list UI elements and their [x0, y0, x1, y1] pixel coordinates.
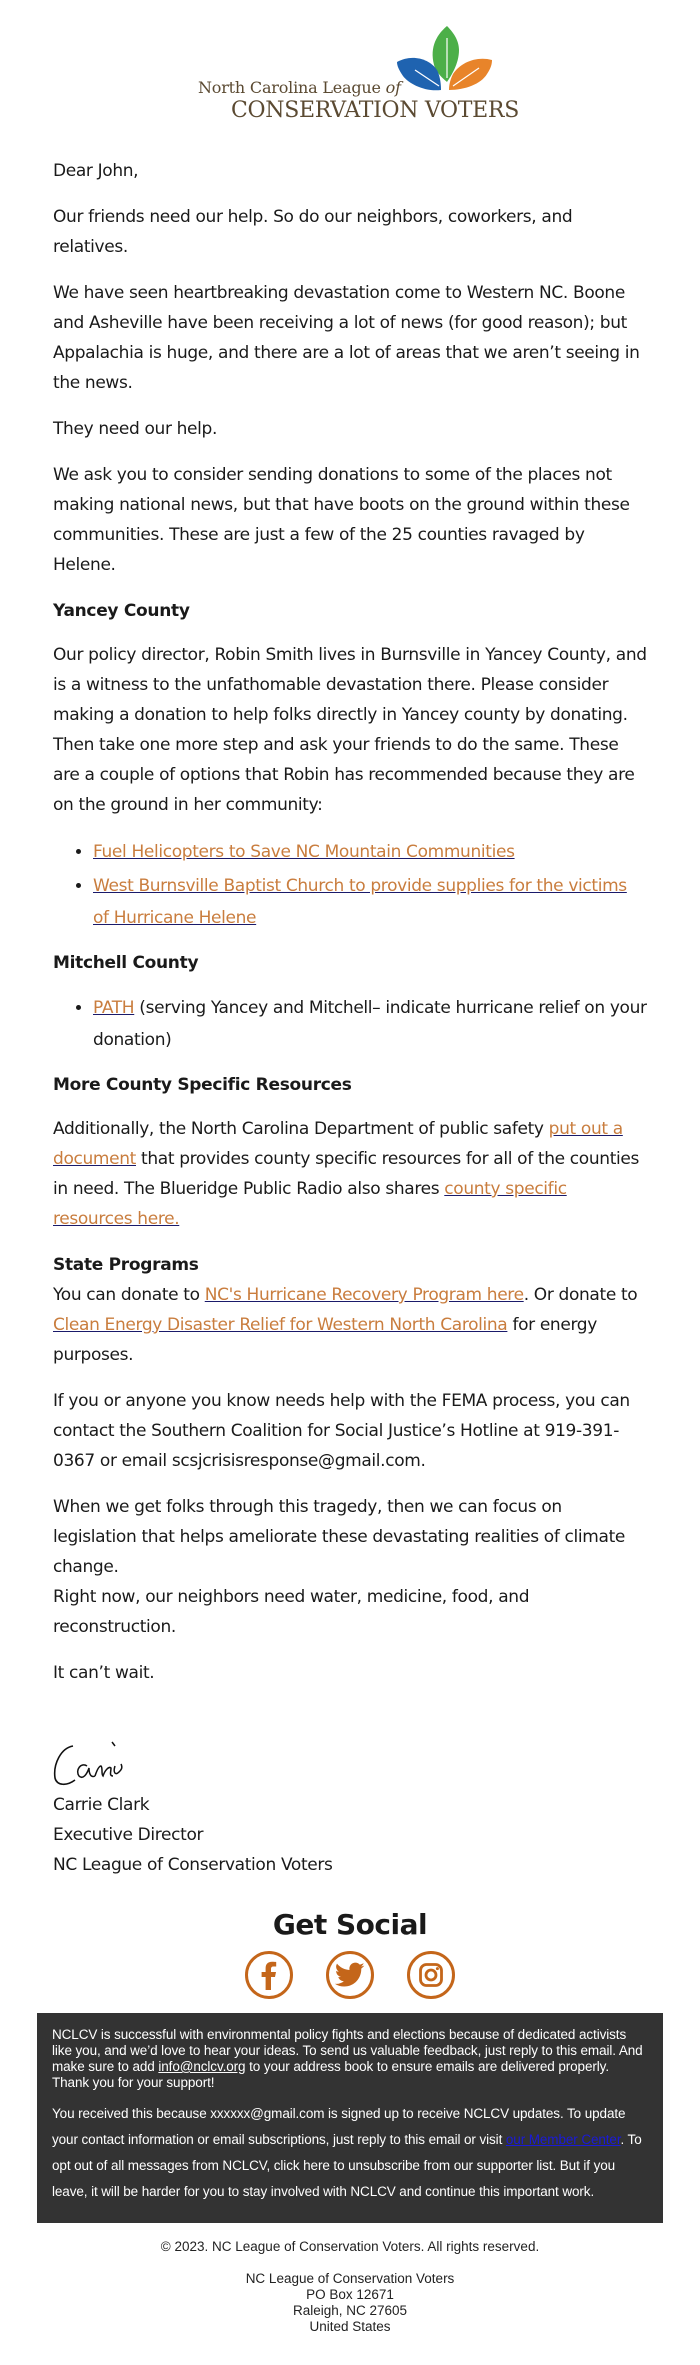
signer-org: NC League of Conservation Voters — [53, 1855, 333, 1875]
yancey-heading: Yancey County — [53, 601, 190, 621]
path-link[interactable]: PATH — [93, 998, 135, 1018]
path-description: (serving Yancey and Mitchell– indicate h… — [93, 998, 647, 1050]
state-programs-heading: State Programs — [53, 1255, 199, 1275]
list-item: PATH (serving Yancey and Mitchell– indic… — [93, 992, 647, 1056]
feedback-paragraph: NCLCV is successful with environmental p… — [52, 2027, 648, 2091]
instagram-icon — [419, 1963, 443, 1987]
text: Additionally, the North Carolina Departm… — [53, 1119, 549, 1139]
text: You can donate to — [53, 1285, 205, 1305]
text: Right now, our neighbors need water, med… — [53, 1587, 530, 1637]
logo-text-line2: CONSERVATION VOTERS — [231, 98, 519, 123]
page-footer: © 2023. NC League of Conservation Voters… — [0, 2223, 700, 2365]
facebook-icon — [261, 1961, 277, 1990]
closing-paragraph: When we get folks through this tragedy, … — [53, 1492, 647, 1642]
clean-energy-relief-link[interactable]: Clean Energy Disaster Relief for Western… — [53, 1315, 508, 1335]
address-line: PO Box 12671 — [306, 2287, 394, 2302]
paragraph: We have seen heartbreaking devastation c… — [53, 283, 640, 393]
email-body: Dear John, Our friends need our help. So… — [0, 156, 700, 1880]
fuel-helicopters-link[interactable]: Fuel Helicopters to Save NC Mountain Com… — [93, 842, 515, 862]
twitter-link[interactable] — [326, 1951, 374, 1999]
signature-image-icon — [53, 1741, 123, 1786]
mitchell-heading: Mitchell County — [53, 953, 199, 973]
signer-name: Carrie Clark — [53, 1795, 150, 1815]
member-center-link[interactable]: our Member Center — [506, 2132, 621, 2147]
leaves-logo-icon — [397, 26, 492, 91]
signer-title: Executive Director — [53, 1825, 204, 1845]
text: . Or donate to — [523, 1285, 638, 1305]
facebook-link[interactable] — [245, 1951, 293, 1999]
header-logo: North Carolina League of CONSERVATION VO… — [0, 0, 700, 140]
address-line: Raleigh, NC 27605 — [292, 2303, 408, 2318]
paragraph: We ask you to consider sending donations… — [53, 465, 630, 575]
copyright-text: © 2023. NC League of Conservation Voters… — [160, 2239, 540, 2254]
west-burnsville-church-link[interactable]: West Burnsville Baptist Church to provid… — [93, 876, 627, 928]
twitter-icon — [335, 1962, 365, 1987]
signature-block: Carrie Clark Executive Director NC Leagu… — [53, 1740, 647, 1880]
paragraph: Our friends need our help. So do our nei… — [53, 207, 573, 257]
closing-line: It can’t wait. — [53, 1663, 155, 1683]
address-line: United States — [309, 2319, 391, 2334]
nc-hurricane-recovery-link[interactable]: NC's Hurricane Recovery Program here — [205, 1285, 524, 1305]
social-icons-row — [0, 1951, 700, 1999]
paragraph: They need our help. — [53, 419, 218, 439]
footer-notice-box: NCLCV is successful with environmental p… — [37, 2013, 663, 2223]
address-line: NC League of Conservation Voters — [245, 2271, 455, 2286]
yancey-paragraph: Our policy director, Robin Smith lives i… — [53, 645, 647, 815]
logo-text-line1: North Carolina League of — [198, 78, 401, 97]
resources-paragraph: Additionally, the North Carolina Departm… — [53, 1114, 647, 1234]
greeting: Dear John, — [53, 161, 139, 181]
state-programs-paragraph: You can donate to NC's Hurricane Recover… — [53, 1280, 647, 1370]
info-email-link[interactable]: info@nclcv.org — [158, 2059, 245, 2074]
resources-heading: More County Specific Resources — [53, 1075, 352, 1095]
yancey-links-list: Fuel Helicopters to Save NC Mountain Com… — [53, 836, 647, 934]
fema-paragraph: If you or anyone you know needs help wit… — [53, 1391, 630, 1471]
subscription-paragraph: You received this because xxxxxx@gmail.c… — [52, 2101, 648, 2205]
list-item: West Burnsville Baptist Church to provid… — [93, 870, 647, 934]
mitchell-links-list: PATH (serving Yancey and Mitchell– indic… — [53, 992, 647, 1056]
text: When we get folks through this tragedy, … — [53, 1497, 625, 1577]
get-social-heading: Get Social — [272, 1908, 428, 1941]
list-item: Fuel Helicopters to Save NC Mountain Com… — [93, 836, 647, 868]
instagram-link[interactable] — [407, 1951, 455, 1999]
